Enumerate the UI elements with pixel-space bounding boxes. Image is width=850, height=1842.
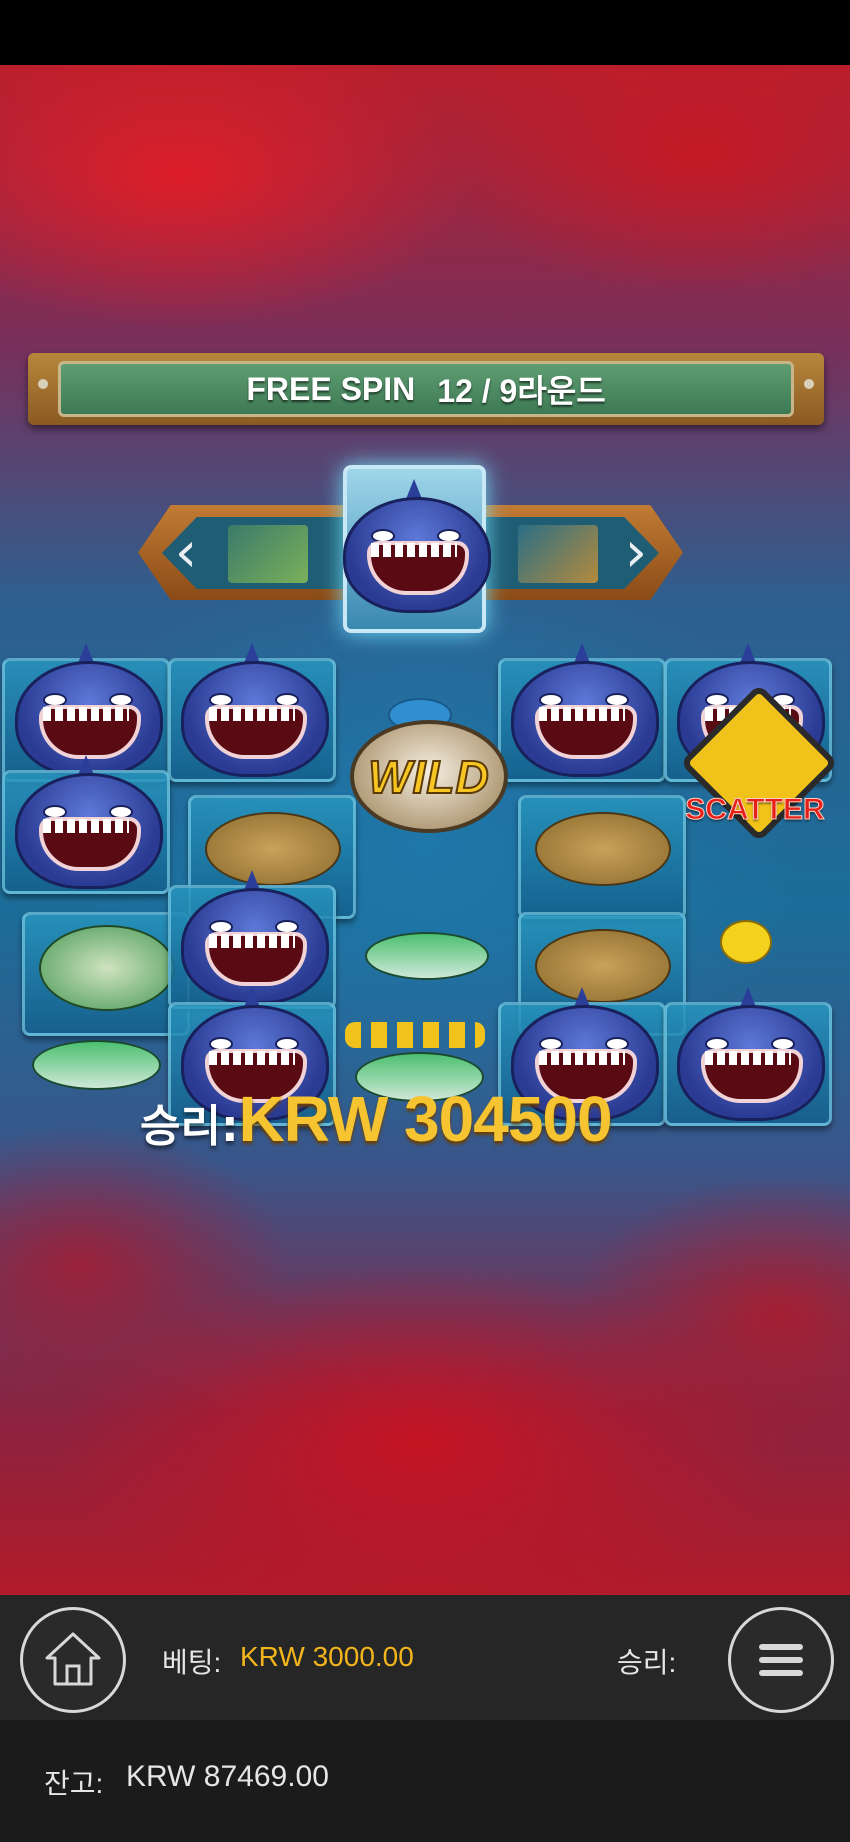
game-area[interactable]: FREE SPIN 12 / 9라운드 ‹ › WILD SCATTER 승리:…: [0, 65, 850, 1595]
symbol-selector: ‹ ›: [138, 465, 683, 635]
menu-icon: [759, 1644, 803, 1676]
barracuda-icon: [365, 932, 489, 980]
win-label: 승리:: [140, 1101, 239, 1152]
turtle-thumbnail: [228, 525, 308, 583]
reel-cell: [518, 795, 686, 919]
balance-label: 잔고:: [44, 1768, 104, 1799]
scatter-symbol: SCATTER: [675, 683, 839, 843]
shark-icon: [507, 643, 659, 779]
win-label: 승리:: [617, 1647, 677, 1678]
shark-icon: [11, 755, 163, 891]
reel-cell: [664, 987, 832, 1126]
home-button[interactable]: [20, 1607, 126, 1713]
tiger-shark-thumbnail: [518, 525, 598, 583]
shark-icon: [673, 987, 825, 1123]
reel-cell: [498, 643, 666, 782]
free-spin-banner: FREE SPIN 12 / 9라운드: [28, 353, 824, 425]
shark-icon: [339, 479, 491, 615]
bet-value[interactable]: KRW 3000.00: [240, 1641, 414, 1673]
free-spin-counter: FREE SPIN 12 / 9라운드: [58, 361, 794, 417]
balance-value: KRW 87469.00: [126, 1760, 329, 1793]
shark-icon: [177, 870, 329, 1006]
reel-cell: [168, 643, 336, 782]
reel-cell: [22, 912, 190, 1036]
reel-cell: [355, 912, 517, 1030]
win-amount: KRW 304500: [238, 1083, 613, 1155]
menu-button[interactable]: [728, 1607, 834, 1713]
coins-icon: [345, 1022, 485, 1048]
chevron-left-icon: ‹: [174, 520, 198, 585]
scatter-label: SCATTER: [685, 793, 825, 827]
turtle-icon: [39, 925, 175, 1011]
bet-label: 베팅:: [162, 1647, 222, 1678]
free-spin-label: FREE SPIN: [246, 370, 416, 407]
status-bar: [0, 0, 850, 65]
bottom-bar: 베팅: KRW 3000.00 승리: 잔고: KRW 87469.00: [0, 1595, 850, 1842]
wild-symbol: WILD: [350, 720, 508, 833]
tiger-shark-icon: [535, 812, 671, 886]
rivet-icon: [38, 379, 48, 389]
control-bar: 베팅: KRW 3000.00 승리:: [0, 1595, 850, 1720]
shark-icon: [177, 643, 329, 779]
reel-cell: [2, 755, 170, 894]
win-display: 승리: KRW 304500: [140, 1082, 613, 1155]
rivet-icon: [804, 379, 814, 389]
home-icon: [45, 1632, 101, 1686]
pufferfish-icon: [720, 920, 772, 964]
chevron-right-icon: ›: [624, 520, 648, 585]
balance-bar: 잔고: KRW 87469.00: [0, 1720, 850, 1842]
free-spin-round: 12 / 9라운드: [437, 373, 606, 409]
selected-shark-slot: [343, 465, 491, 633]
